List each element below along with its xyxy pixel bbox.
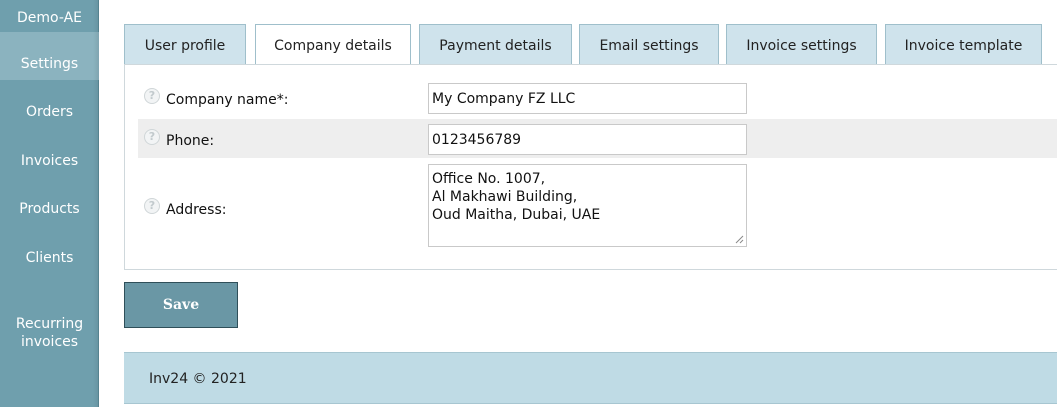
sidebar-item-products[interactable]: Products xyxy=(0,195,99,223)
help-icon[interactable]: ? xyxy=(144,129,160,145)
address-textarea[interactable]: Office No. 1007, Al Makhawi Building, Ou… xyxy=(428,164,747,247)
sidebar-item-label: Clients xyxy=(25,250,74,266)
help-icon[interactable]: ? xyxy=(144,198,160,214)
phone-input[interactable] xyxy=(428,124,747,155)
sidebar-item-recurring-invoices[interactable]: Recurring invoices xyxy=(0,297,99,350)
tab-label: Email settings xyxy=(599,38,699,54)
footer: Inv24 © 2021 xyxy=(124,352,1057,404)
save-button[interactable]: Save xyxy=(124,282,238,328)
company-name-input[interactable] xyxy=(428,83,747,114)
sidebar-item-orders[interactable]: Orders xyxy=(0,98,99,126)
sidebar-item-label: Products xyxy=(19,201,80,217)
tab-label: Invoice template xyxy=(904,38,1023,54)
sidebar-item-invoices[interactable]: Invoices xyxy=(0,147,99,175)
phone-label: Phone: xyxy=(166,133,215,149)
tab-email-settings[interactable]: Email settings xyxy=(579,24,719,65)
resize-grip-icon[interactable] xyxy=(735,235,744,244)
tab-payment-details[interactable]: Payment details xyxy=(419,24,572,65)
sidebar-item-label: Invoices xyxy=(20,153,79,169)
settings-tabs: User profile Company details Payment det… xyxy=(124,24,1057,66)
copyright-text: Inv24 © 2021 xyxy=(149,371,247,387)
tab-label: Payment details xyxy=(439,38,552,54)
sidebar-item-label: Settings xyxy=(20,56,79,72)
company-name-label: Company name*: xyxy=(166,92,289,108)
help-icon[interactable]: ? xyxy=(144,88,160,104)
brand-name[interactable]: Demo-AE xyxy=(0,0,99,28)
tab-invoice-settings[interactable]: Invoice settings xyxy=(726,24,877,65)
tab-label: User profile xyxy=(144,38,226,54)
tab-user-profile[interactable]: User profile xyxy=(124,24,246,65)
sidebar-item-clients[interactable]: Clients xyxy=(0,244,99,272)
address-label: Address: xyxy=(166,202,227,218)
tab-company-details[interactable]: Company details xyxy=(255,24,411,66)
sidebar: Demo-AE Settings Orders Invoices Product… xyxy=(0,0,99,407)
sidebar-item-label: Recurring invoices xyxy=(15,316,84,350)
sidebar-item-settings[interactable]: Settings xyxy=(0,32,99,80)
tab-label: Invoice settings xyxy=(746,38,857,54)
tab-label: Company details xyxy=(274,38,392,54)
tab-invoice-template[interactable]: Invoice template xyxy=(885,24,1042,65)
sidebar-item-label: Orders xyxy=(25,104,74,120)
sidebar-shadow xyxy=(93,0,99,407)
